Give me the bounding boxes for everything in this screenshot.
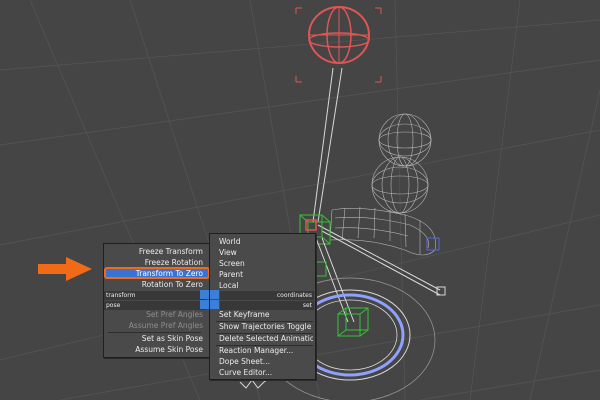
menu-item-rotation-to-zero[interactable]: Rotation To Zero xyxy=(106,280,203,290)
menu-item-assume-pref-angles[interactable]: Assume Pref Angles xyxy=(106,321,203,331)
menu-item-transform-to-zero[interactable]: Transform To Zero xyxy=(106,269,203,279)
menu-item-curve-editor[interactable]: Curve Editor... xyxy=(219,368,313,378)
wire-curved-mesh[interactable] xyxy=(329,206,436,256)
lower-bone[interactable] xyxy=(315,237,355,323)
menu-item-delete-selected-animation[interactable]: Delete Selected Animation xyxy=(219,334,313,344)
menu-item-world[interactable]: World xyxy=(219,237,313,247)
quad-box-top-right[interactable] xyxy=(210,290,219,299)
menu-item-assume-skin-pose[interactable]: Assume Skin Pose xyxy=(106,345,203,355)
diagonal-bone[interactable] xyxy=(317,224,446,296)
menu-item-local[interactable]: Local xyxy=(219,281,313,291)
quad-box-bottom-left[interactable] xyxy=(200,300,209,309)
quadrant-label-set[interactable]: set xyxy=(220,301,314,310)
menu-item-view[interactable]: View xyxy=(219,248,313,258)
green-joint-lower[interactable] xyxy=(337,307,369,337)
menu-item-screen[interactable]: Screen xyxy=(219,259,313,269)
menu-item-set-pref-angles[interactable]: Set Pref Angles xyxy=(106,310,203,320)
upper-bone[interactable] xyxy=(312,67,343,223)
quadrant-label-transform[interactable]: transform xyxy=(104,291,206,300)
menu-item-set-as-skin-pose[interactable]: Set as Skin Pose xyxy=(106,334,203,344)
menu-item-reaction-manager[interactable]: Reaction Manager... xyxy=(219,346,313,356)
menu-item-freeze-transform[interactable]: Freeze Transform xyxy=(106,247,203,257)
quad-box-bottom-right[interactable] xyxy=(210,300,219,309)
menu-item-parent[interactable]: Parent xyxy=(219,270,313,280)
quad-box-top-left[interactable] xyxy=(200,290,209,299)
menu-item-dope-sheet[interactable]: Dope Sheet... xyxy=(219,357,313,367)
quadrant-label-coordinates[interactable]: coordinates xyxy=(220,291,314,300)
menu-item-show-trajectories-toggle[interactable]: Show Trajectories Toggle xyxy=(219,322,313,332)
arrow-right-icon xyxy=(38,257,92,281)
quadrant-label-pose[interactable]: pose xyxy=(104,301,206,310)
menu-separator xyxy=(108,332,201,333)
menu-item-set-keyframe[interactable]: Set Keyframe xyxy=(219,310,313,320)
